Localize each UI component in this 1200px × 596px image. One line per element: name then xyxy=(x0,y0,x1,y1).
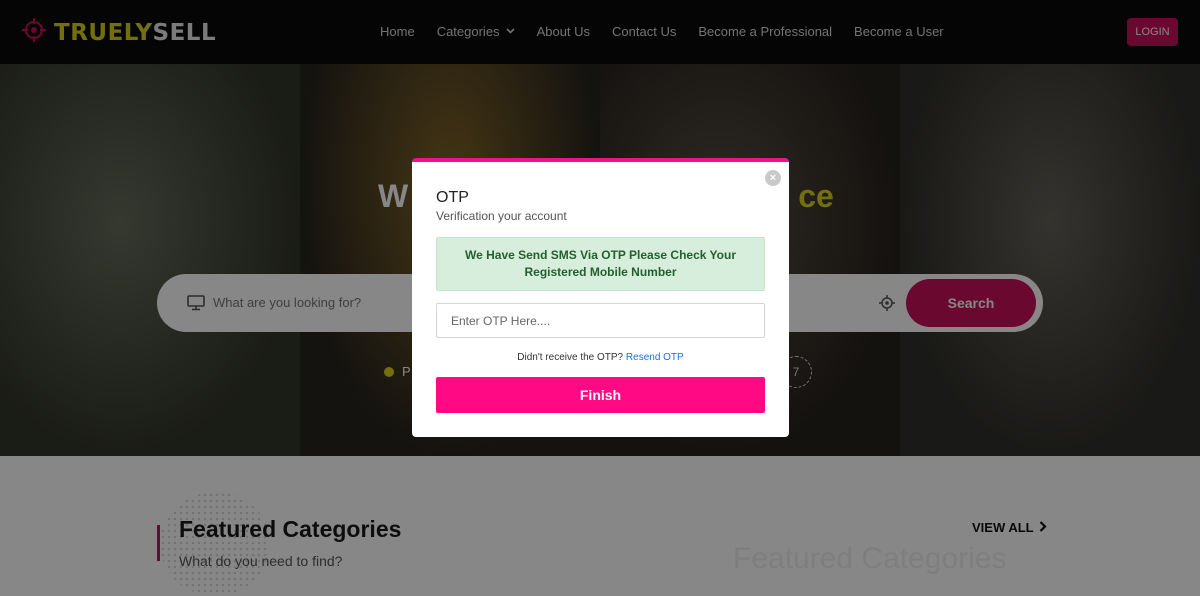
otp-modal: × OTP Verification your account We Have … xyxy=(412,158,789,437)
resend-prompt: Didn't receive the OTP? xyxy=(517,352,624,363)
otp-input[interactable] xyxy=(436,303,765,338)
finish-button[interactable]: Finish xyxy=(436,377,765,413)
close-icon[interactable]: × xyxy=(765,170,781,186)
modal-title: OTP xyxy=(436,189,469,206)
resend-otp-link[interactable]: Resend OTP xyxy=(626,352,684,363)
resend-row: Didn't receive the OTP? Resend OTP xyxy=(412,352,789,363)
modal-subtitle: Verification your account xyxy=(436,209,567,223)
otp-sent-alert: We Have Send SMS Via OTP Please Check Yo… xyxy=(436,237,765,291)
